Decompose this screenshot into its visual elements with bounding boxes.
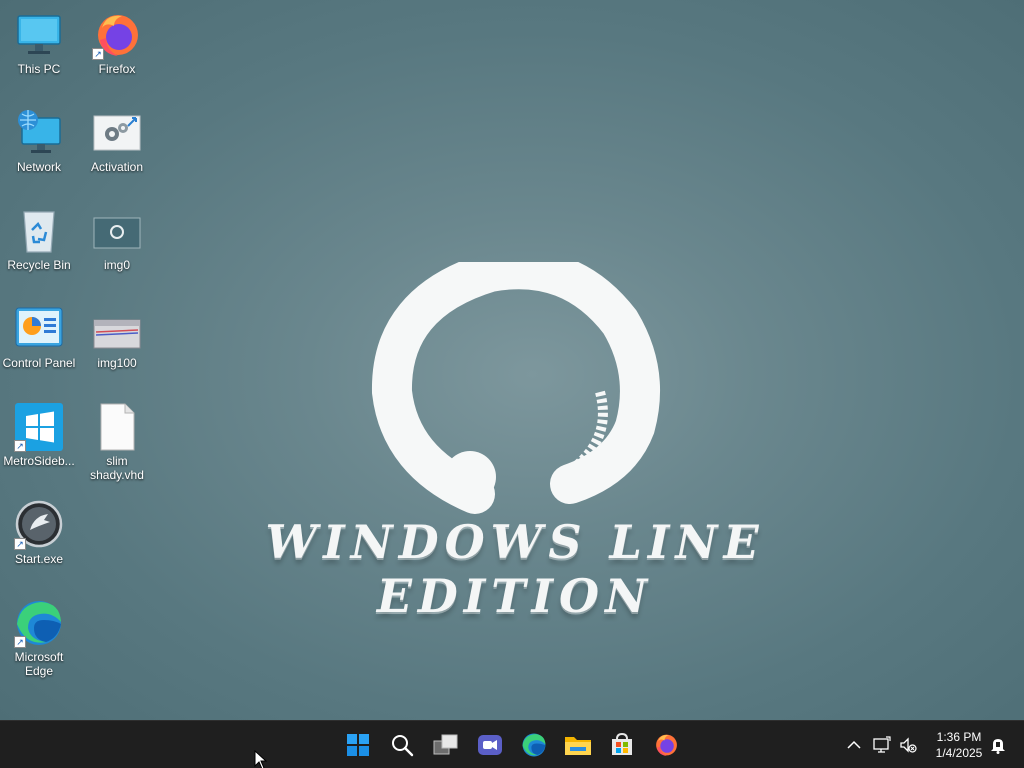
desktop-icon-start-exe[interactable]: ↗ Start.exe <box>0 496 78 590</box>
notification-button[interactable] <box>988 735 1008 755</box>
notification-icon <box>991 739 1005 754</box>
desktop-icon-label: Firefox <box>98 62 136 76</box>
network-icon <box>14 108 64 158</box>
activation-icon <box>92 108 142 158</box>
show-hidden-icons-button[interactable] <box>844 735 864 755</box>
wallpaper-caption: WINDOWS LINE EDITION <box>265 515 765 623</box>
taskbar: 1:36 PM 1/4/2025 <box>0 720 1024 768</box>
desktop[interactable]: This PC ↗ Firefox Network Activation Rec… <box>0 0 1024 720</box>
taskbar-edge-button[interactable] <box>518 729 550 761</box>
recycle-bin-icon <box>14 206 64 256</box>
desktop-icon-metrosidebar[interactable]: ↗ MetroSideb... <box>0 398 78 492</box>
chat-button[interactable] <box>474 729 506 761</box>
shortcut-arrow-icon: ↗ <box>92 48 104 60</box>
windows-tiles-icon: ↗ <box>14 402 64 452</box>
desktop-icon-label: Start.exe <box>14 552 64 566</box>
system-clock[interactable]: 1:36 PM 1/4/2025 <box>924 729 994 761</box>
control-panel-icon <box>14 304 64 354</box>
desktop-icon-this-pc[interactable]: This PC <box>0 6 78 100</box>
shortcut-arrow-icon: ↗ <box>14 636 26 648</box>
edge-icon: ↗ <box>14 598 64 648</box>
network-status-button[interactable] <box>872 735 892 755</box>
shortcut-arrow-icon: ↗ <box>14 538 26 550</box>
volume-button[interactable] <box>898 735 918 755</box>
this-pc-icon <box>14 10 64 60</box>
search-icon <box>392 735 414 757</box>
desktop-icon-slim-shady-vhd[interactable]: slim shady.vhd <box>78 398 156 492</box>
search-button[interactable] <box>386 729 418 761</box>
clock-date: 1/4/2025 <box>935 746 983 760</box>
shortcut-arrow-icon: ↗ <box>14 440 26 452</box>
document-file-icon <box>92 402 142 452</box>
desktop-icon-label: MetroSideb... <box>3 454 75 468</box>
mouse-cursor <box>254 749 268 768</box>
volume-muted-icon <box>900 737 917 753</box>
desktop-icon-microsoft-edge[interactable]: ↗ Microsoft Edge <box>0 594 78 688</box>
desktop-icon-label: img0 <box>103 258 130 272</box>
firefox-icon <box>656 734 677 756</box>
image-file-icon <box>92 304 142 354</box>
edge-icon <box>522 733 546 757</box>
desktop-icon-firefox[interactable]: ↗ Firefox <box>78 6 156 100</box>
network-icon <box>873 736 891 753</box>
desktop-icon-label: Recycle Bin <box>7 258 71 272</box>
desktop-icon-img0[interactable]: img0 <box>78 202 156 296</box>
clock-time: 1:36 PM <box>936 730 982 744</box>
file-explorer-button[interactable] <box>562 729 594 761</box>
desktop-icon-recycle-bin[interactable]: Recycle Bin <box>0 202 78 296</box>
task-view-button[interactable] <box>430 729 462 761</box>
desktop-icon-img100[interactable]: img100 <box>78 300 156 394</box>
store-button[interactable] <box>606 729 638 761</box>
chevron-up-icon <box>847 740 861 749</box>
start-orb-icon: ↗ <box>14 500 64 550</box>
store-icon <box>612 732 632 755</box>
chat-icon <box>478 735 502 755</box>
desktop-icon-control-panel[interactable]: Control Panel <box>0 300 78 394</box>
task-view-icon <box>433 734 458 755</box>
desktop-icon-activation[interactable]: Activation <box>78 104 156 198</box>
image-file-icon <box>92 206 142 256</box>
desktop-icon-label: This PC <box>17 62 61 76</box>
file-explorer-icon <box>565 737 591 755</box>
desktop-icon-label: slim shady.vhd <box>90 454 144 482</box>
desktop-icon-label: Activation <box>90 160 144 174</box>
firefox-icon: ↗ <box>92 10 142 60</box>
taskbar-firefox-button[interactable] <box>650 729 682 761</box>
desktop-icon-label: Microsoft Edge <box>14 650 64 678</box>
desktop-icon-label: Network <box>16 160 61 174</box>
start-icon <box>347 734 369 756</box>
desktop-icon-network[interactable]: Network <box>0 104 78 198</box>
desktop-icon-label: Control Panel <box>2 356 76 370</box>
start-button[interactable] <box>342 729 374 761</box>
desktop-icon-label: img100 <box>97 356 137 370</box>
